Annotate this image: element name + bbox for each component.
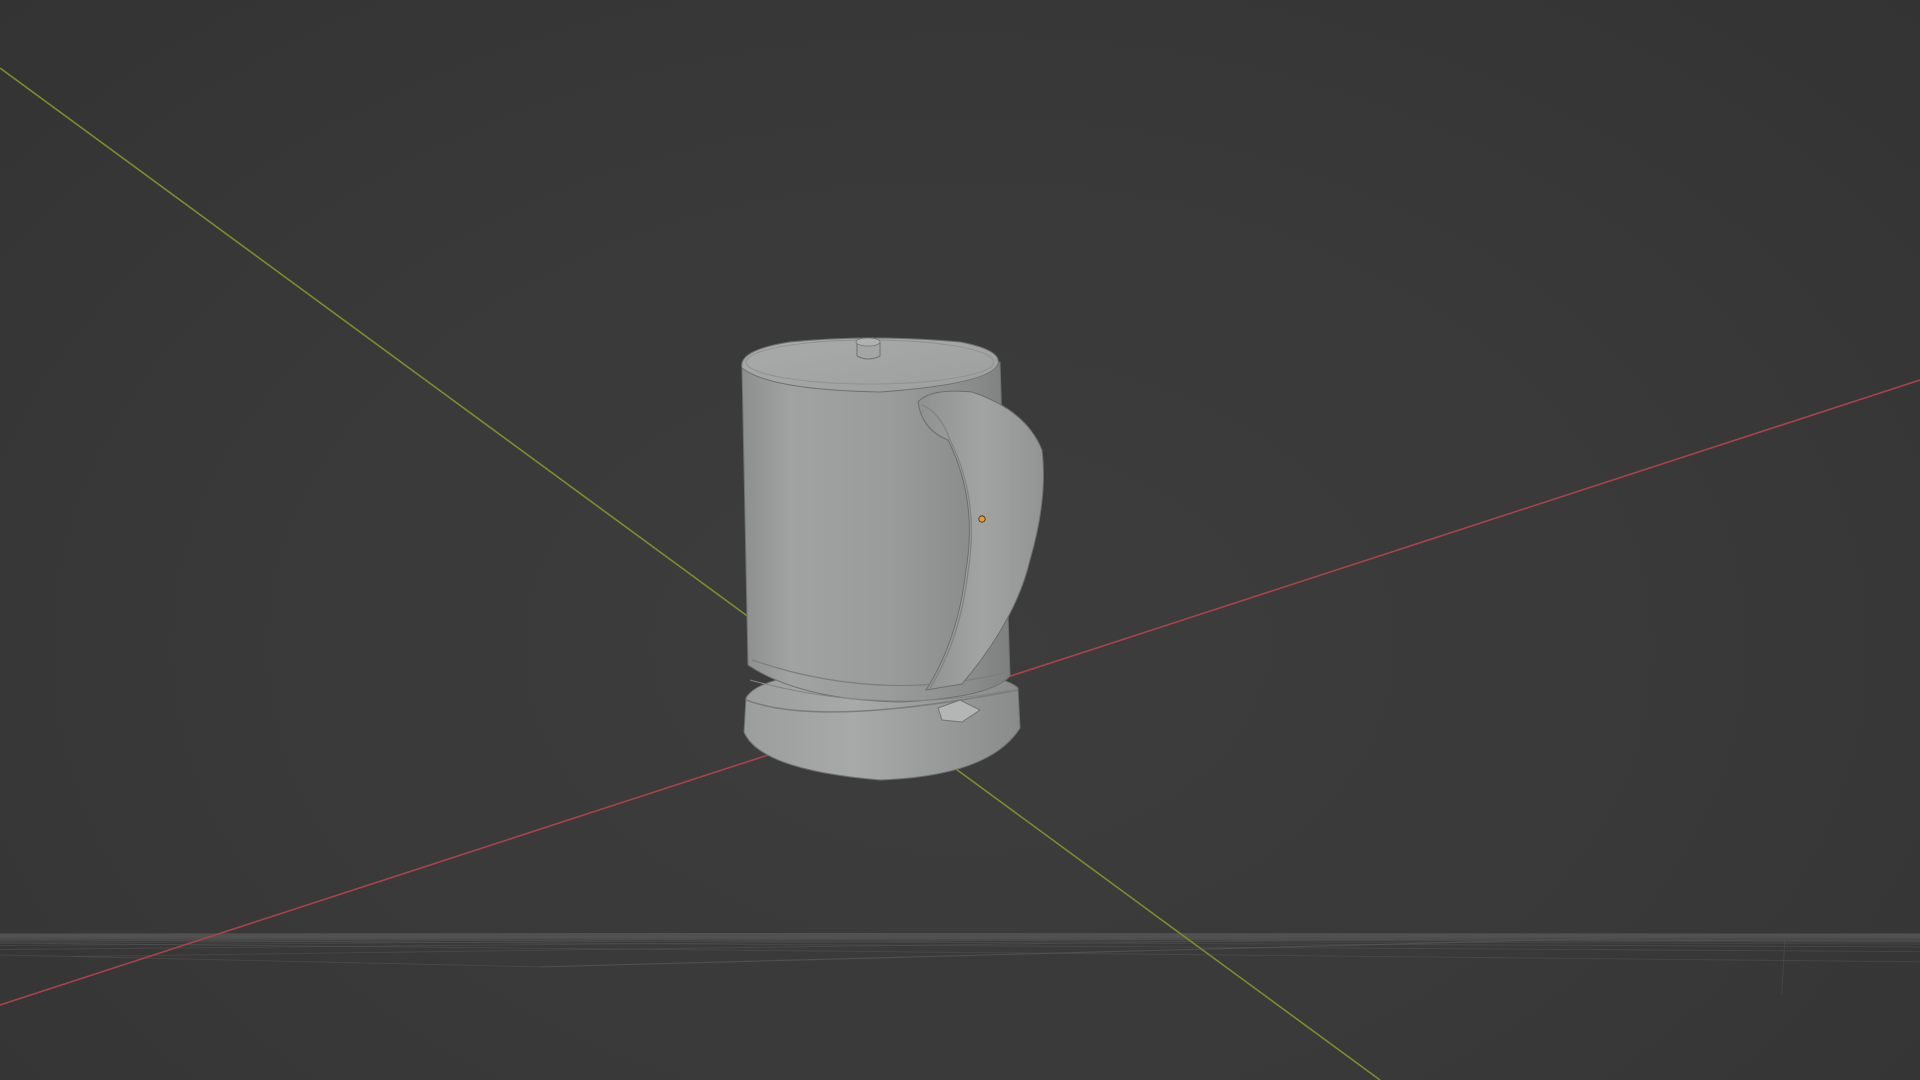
grid-line xyxy=(0,933,1037,935)
viewport-canvas[interactable] xyxy=(0,0,1920,1080)
grid-line xyxy=(0,933,1011,935)
object-origin-marker[interactable] xyxy=(978,515,986,523)
grid-line xyxy=(1781,933,1786,995)
floor-grid xyxy=(0,933,1920,995)
grid-line xyxy=(0,934,1920,938)
grid-line xyxy=(734,933,1920,935)
y-axis-line xyxy=(0,67,1381,1080)
kettle-mesh[interactable] xyxy=(741,337,1044,781)
3d-viewport[interactable] xyxy=(0,0,1920,1080)
